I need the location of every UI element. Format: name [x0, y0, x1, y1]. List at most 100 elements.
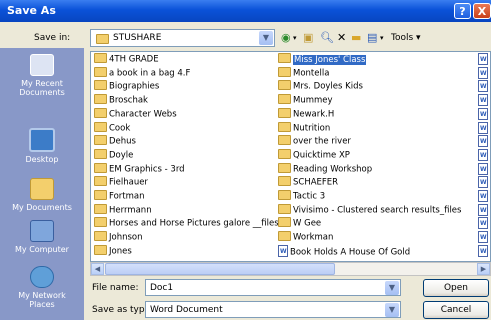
list-item[interactable]: Jones	[94, 244, 274, 257]
list-item-label: a book in a bag 4.F	[109, 68, 191, 79]
scroll-right-icon[interactable]: ▶	[477, 263, 490, 275]
save-as-type-dropdown[interactable]: Word Document ▼	[145, 301, 401, 318]
list-item[interactable]: De	[478, 94, 490, 107]
list-item[interactable]: Fielhauer	[94, 176, 274, 188]
scroll-thumb[interactable]	[105, 263, 335, 275]
list-item[interactable]: Montella	[278, 66, 473, 79]
list-item-label: SCHAEFER	[293, 177, 339, 188]
save-in-dropdown[interactable]: STUSHARE ▼	[90, 29, 275, 47]
folder-icon	[94, 94, 107, 105]
list-item[interactable]: DC	[478, 148, 490, 161]
list-item[interactable]: Johnson	[94, 231, 274, 243]
search-web-icon[interactable]: 🔍︎	[320, 31, 334, 44]
list-item[interactable]: a book in a bag 4.F	[94, 66, 274, 79]
list-item[interactable]: Newark.H	[278, 107, 473, 120]
chevron-down-icon[interactable]: ▼	[385, 281, 399, 295]
list-item-label: Jones	[109, 246, 132, 257]
list-item-label: Quicktime XP	[293, 150, 350, 161]
list-item[interactable]: Tactic 3	[278, 190, 473, 202]
folder-icon	[94, 231, 107, 242]
list-item-label: Fielhauer	[109, 177, 148, 188]
place-my-recent-documents[interactable]: My Recent Documents	[0, 54, 84, 97]
list-item[interactable]: Character Webs	[94, 107, 274, 120]
list-item-label: Fortman	[109, 191, 145, 202]
new-folder-icon[interactable]: ▬	[351, 31, 361, 44]
list-item[interactable]: Workman	[278, 231, 473, 243]
list-item[interactable]: Book Holds A House Of Gold	[278, 244, 473, 257]
list-item[interactable]: Fu	[478, 217, 490, 230]
list-item-label: Vivisimo - Clustered search results_file…	[293, 205, 462, 216]
list-item[interactable]: EM Graphics - 3rd	[94, 162, 274, 175]
cancel-button[interactable]: Cancel	[423, 301, 489, 319]
list-item[interactable]: Dehus	[94, 135, 274, 147]
views-icon[interactable]: ▤	[367, 31, 377, 44]
list-item[interactable]: Miss Jones' Class	[278, 53, 473, 65]
list-item[interactable]: Dis	[478, 121, 490, 134]
folder-icon	[94, 162, 107, 173]
list-item[interactable]: Doyle	[94, 148, 274, 161]
list-item[interactable]: Fa	[478, 176, 490, 189]
scroll-left-icon[interactable]: ◀	[91, 263, 104, 275]
chevron-down-icon[interactable]: ▼	[385, 303, 399, 317]
tools-menu[interactable]: Tools ▾	[391, 33, 421, 43]
list-item[interactable]: Mummey	[278, 94, 473, 106]
word-document-icon	[478, 176, 488, 189]
list-item[interactable]: Fortman	[94, 190, 274, 202]
folder-icon	[94, 53, 107, 63]
up-folder-icon[interactable]: ▣	[303, 31, 313, 44]
recent-documents-icon	[30, 54, 54, 76]
list-item[interactable]: 4TH GRADE	[94, 53, 274, 65]
back-dropdown-icon[interactable]: ▾	[293, 34, 297, 42]
list-item[interactable]: Nutrition	[278, 121, 473, 134]
help-button[interactable]: ?	[454, 3, 471, 19]
word-document-icon	[478, 66, 488, 79]
file-name-value: Doc1	[150, 283, 174, 293]
views-dropdown-icon[interactable]: ▾	[380, 34, 384, 42]
list-item[interactable]: Reading Workshop	[278, 162, 473, 175]
place-my-computer[interactable]: My Computer	[0, 220, 84, 254]
list-item[interactable]: Co	[478, 66, 490, 79]
list-item[interactable]: Mrs. Doyles Kids	[278, 80, 473, 92]
list-item-label: Johnson	[109, 232, 143, 243]
list-item-label: Montella	[293, 68, 330, 79]
list-item[interactable]: SCHAEFER	[278, 176, 473, 188]
list-item[interactable]: cm	[478, 53, 490, 65]
list-item[interactable]: Do	[478, 135, 490, 148]
list-item[interactable]: De	[478, 107, 490, 120]
word-document-icon	[478, 190, 488, 202]
horizontal-scrollbar[interactable]: ◀ ▶	[90, 262, 491, 276]
file-name-input[interactable]: Doc1 ▼	[145, 279, 401, 296]
list-item[interactable]: Vivisimo - Clustered search results_file…	[278, 203, 473, 216]
place-my-network-places[interactable]: My Network Places	[0, 266, 84, 309]
place-my-documents[interactable]: My Documents	[0, 178, 84, 212]
place-label: My Network	[18, 291, 66, 300]
list-item[interactable]: FU	[478, 203, 490, 216]
delete-icon[interactable]: ✕	[337, 31, 346, 44]
list-item[interactable]: Biographies	[94, 80, 274, 92]
list-item[interactable]: Herrmann	[94, 203, 274, 216]
list-item[interactable]: Ha	[478, 244, 490, 257]
save-in-value: STUSHARE	[113, 33, 162, 43]
list-item[interactable]: Gri	[478, 231, 490, 244]
list-item-label: Dehus	[109, 136, 136, 147]
folder-icon	[278, 66, 291, 77]
close-button[interactable]: X	[473, 3, 491, 19]
list-item-label: Character Webs	[109, 109, 177, 120]
list-item[interactable]: over the river	[278, 135, 473, 147]
folder-icon	[278, 217, 291, 228]
folder-icon	[278, 135, 291, 146]
back-icon[interactable]: ◉	[281, 31, 291, 44]
list-item[interactable]: Da	[478, 80, 490, 93]
list-item[interactable]: en	[478, 162, 490, 175]
tools-label: Tools	[391, 33, 414, 43]
open-button[interactable]: Open	[423, 279, 489, 297]
list-item[interactable]: Quicktime XP	[278, 148, 473, 161]
list-item[interactable]: Broschak	[94, 94, 274, 106]
word-document-icon	[478, 80, 488, 93]
list-item[interactable]: Horses and Horse Pictures galore __files	[94, 217, 279, 229]
list-item[interactable]: W Gee	[278, 217, 473, 229]
place-desktop[interactable]: Desktop	[0, 128, 84, 164]
list-item[interactable]: Cook	[94, 121, 274, 134]
folder-icon	[94, 107, 107, 118]
list-item[interactable]: Fu	[478, 190, 490, 202]
